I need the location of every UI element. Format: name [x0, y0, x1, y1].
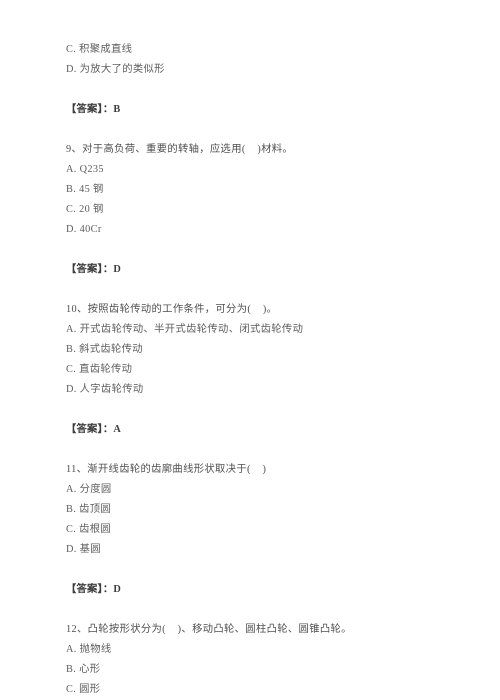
question-stem: 10、按照齿轮传动的工作条件，可分为( )。 [66, 304, 278, 315]
document-body: C. 积聚成直线 D. 为放大了的类似形 【答案】：B 9、对于高负荷、重要的转… [66, 40, 470, 700]
option-line: C. 20 钢 [66, 204, 104, 215]
question-stem: 11、渐开线齿轮的齿廓曲线形状取决于( ) [66, 464, 267, 475]
option-line: B. 齿顶圆 [66, 504, 112, 515]
option-line: A. Q235 [66, 164, 104, 175]
option-line: A. 抛物线 [66, 644, 112, 655]
option-line: B. 心形 [66, 664, 101, 675]
question-stem: 9、对于高负荷、重要的转轴，应选用( )材料。 [66, 144, 294, 155]
option-line: D. 为放大了的类似形 [66, 64, 165, 75]
document-page: C. 积聚成直线 D. 为放大了的类似形 【答案】：B 9、对于高负荷、重要的转… [0, 0, 500, 695]
answer-line: 【答案】：B [66, 104, 121, 115]
option-line: D. 人字齿轮传动 [66, 384, 144, 395]
question-stem: 12、凸轮按形状分为( )、移动凸轮、圆柱凸轮、圆锥凸轮。 [66, 624, 352, 635]
option-line: C. 齿根圆 [66, 524, 112, 535]
answer-line: 【答案】：D [66, 264, 121, 275]
question-block: 12、凸轮按形状分为( )、移动凸轮、圆柱凸轮、圆锥凸轮。 A. 抛物线 B. … [66, 620, 470, 700]
option-line: B. 45 钢 [66, 184, 104, 195]
option-line: C. 圆形 [66, 684, 101, 695]
option-line: D. 40Cr [66, 224, 102, 235]
question-block: 10、按照齿轮传动的工作条件，可分为( )。 A. 开式齿轮传动、半开式齿轮传动… [66, 300, 470, 440]
option-line: C. 直齿轮传动 [66, 364, 133, 375]
question-block: 9、对于高负荷、重要的转轴，应选用( )材料。 A. Q235 B. 45 钢 … [66, 140, 470, 280]
answer-line: 【答案】：A [66, 424, 121, 435]
answer-line: 【答案】：D [66, 584, 121, 595]
option-line: B. 斜式齿轮传动 [66, 344, 143, 355]
question-block: 11、渐开线齿轮的齿廓曲线形状取决于( ) A. 分度圆 B. 齿顶圆 C. 齿… [66, 460, 470, 600]
question-block: C. 积聚成直线 D. 为放大了的类似形 【答案】：B [66, 40, 470, 120]
option-line: C. 积聚成直线 [66, 44, 133, 55]
option-line: A. 开式齿轮传动、半开式齿轮传动、闭式齿轮传动 [66, 324, 304, 335]
option-line: D. 基圆 [66, 544, 101, 555]
option-line: A. 分度圆 [66, 484, 112, 495]
